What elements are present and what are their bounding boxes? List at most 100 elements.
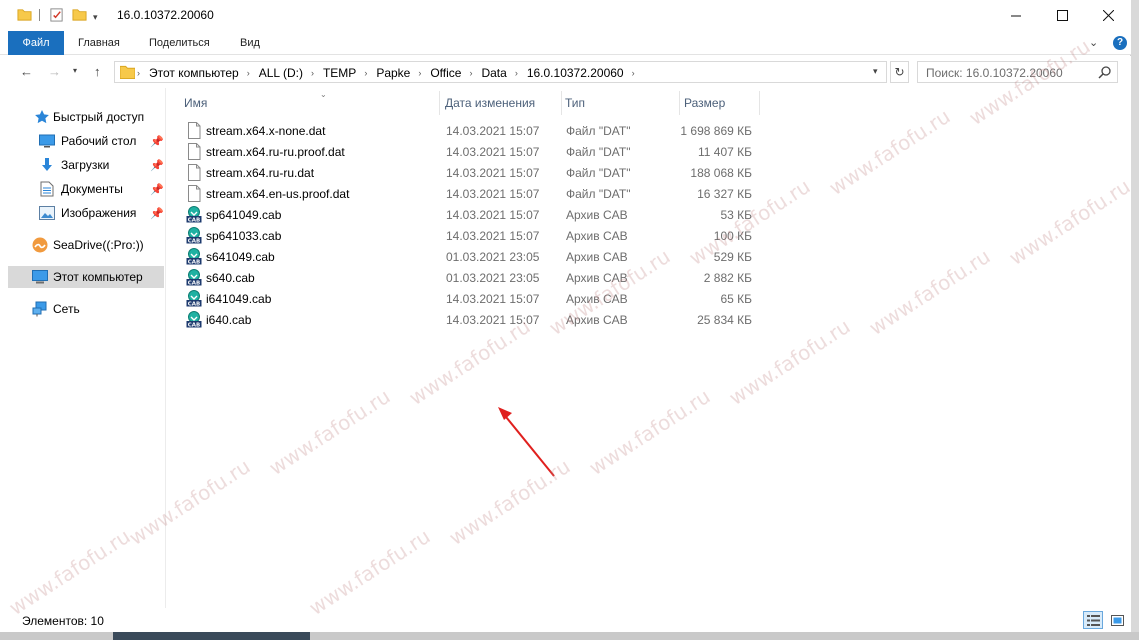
cab-archive-icon: CAB — [186, 311, 202, 329]
sidebar-item-label: Загрузки — [61, 158, 110, 172]
column-header-name[interactable]: Имя ⌄ — [181, 90, 440, 115]
details-view-button[interactable] — [1083, 611, 1103, 629]
column-header-label: Тип — [565, 96, 586, 110]
sidebar-item-this-pc[interactable]: Этот компьютер — [8, 266, 164, 288]
tab-home[interactable]: Главная — [78, 37, 120, 49]
crumb-data[interactable]: Data — [481, 66, 506, 80]
back-button[interactable]: ← — [20, 64, 33, 79]
table-row[interactable]: stream.x64.ru-ru.dat 14.03.2021 15:07 Файл… — [166, 162, 766, 183]
crumb-current[interactable]: 16.0.10372.20060 — [527, 66, 624, 80]
crumb-office[interactable]: Office — [430, 66, 461, 80]
breadcrumb-separator[interactable]: › — [469, 68, 472, 78]
ribbon-tabs: Файл Главная Поделиться Вид ⌄ ? — [0, 31, 1131, 55]
breadcrumb-separator[interactable]: › — [364, 68, 367, 78]
file-name: stream.x64.en-us.proof.dat — [206, 187, 350, 201]
table-row[interactable]: stream.x64.en-us.proof.dat 14.03.2021 15:… — [166, 183, 766, 204]
tab-file[interactable]: Файл — [8, 31, 64, 55]
forward-button[interactable]: → — [48, 64, 61, 79]
title-bar: ▾ 16.0.10372.20060 — [0, 0, 1131, 31]
search-input[interactable]: Поиск: 16.0.10372.20060 — [917, 61, 1118, 83]
breadcrumb-separator[interactable]: › — [137, 68, 140, 78]
address-history-icon[interactable]: ▾ — [873, 66, 878, 77]
file-name: sp641033.cab — [206, 229, 282, 243]
file-date: 01.03.2021 23:05 — [446, 271, 540, 285]
file-date: 14.03.2021 15:07 — [446, 166, 540, 180]
customize-toolbar-icon[interactable]: ▾ — [93, 12, 98, 23]
file-list: Имя ⌄ Дата изменения Тип Размер stream.x… — [166, 88, 1131, 608]
table-row[interactable]: stream.x64.x-none.dat 14.03.2021 15:07 Фай… — [166, 120, 766, 141]
recent-locations-icon[interactable]: ▾ — [73, 66, 77, 75]
sidebar-item-label: Изображения — [61, 206, 137, 220]
sidebar-item-label: Сеть — [53, 302, 80, 316]
pin-icon[interactable]: 📌 — [150, 135, 164, 148]
item-count: Элементов: 10 — [22, 614, 104, 628]
sidebar-item-quick-access[interactable]: Быстрый доступ — [8, 106, 164, 128]
pin-icon[interactable]: 📌 — [150, 183, 164, 196]
table-row[interactable]: CAB sp641049.cab 14.03.2021 15:07 Архив CAB… — [166, 204, 766, 225]
sort-ascending-icon: ⌄ — [320, 90, 327, 99]
svg-text:CAB: CAB — [188, 218, 201, 224]
taskbar-active-segment[interactable] — [113, 632, 310, 640]
minimize-button[interactable] — [993, 0, 1039, 31]
file-size: 188 068 КБ — [690, 166, 752, 180]
properties-icon[interactable] — [49, 7, 64, 22]
table-row[interactable]: stream.x64.ru-ru.proof.dat 14.03.2021 15:… — [166, 141, 766, 162]
address-bar[interactable]: › Этот компьютер › ALL (D:) › TEMP › Pap… — [114, 61, 887, 83]
pictures-icon — [39, 205, 55, 221]
window-title: 16.0.10372.20060 — [117, 8, 214, 22]
svg-text:CAB: CAB — [188, 281, 201, 287]
new-folder-icon[interactable] — [72, 7, 87, 22]
sidebar-item-label: Быстрый доступ — [53, 110, 145, 124]
expand-ribbon-icon[interactable]: ⌄ — [1089, 36, 1098, 49]
help-icon[interactable]: ? — [1113, 36, 1127, 50]
folder-icon[interactable] — [17, 7, 32, 22]
taskbar — [0, 632, 1139, 640]
column-header-label: Имя — [184, 96, 208, 110]
search-placeholder: Поиск: 16.0.10372.20060 — [926, 66, 1063, 80]
pin-icon[interactable]: 📌 — [150, 207, 164, 220]
computer-icon — [32, 269, 48, 285]
table-row[interactable]: CAB i640.cab 14.03.2021 15:07 Архив CAB 25 8… — [166, 309, 766, 330]
minimize-icon — [1010, 15, 1021, 17]
maximize-button[interactable] — [1039, 0, 1085, 31]
breadcrumb: › Этот компьютер › ALL (D:) › TEMP › Pap… — [137, 66, 644, 80]
breadcrumb-separator[interactable]: › — [632, 68, 635, 78]
table-row[interactable]: CAB s641049.cab 01.03.2021 23:05 Архив CAB 5… — [166, 246, 766, 267]
pin-icon[interactable]: 📌 — [150, 159, 164, 172]
file-type: Файл "DAT" — [566, 145, 631, 159]
crumb-this-pc[interactable]: Этот компьютер — [149, 66, 239, 80]
column-header-size[interactable]: Размер — [681, 91, 760, 115]
tab-share[interactable]: Поделиться — [149, 37, 210, 49]
column-header-date[interactable]: Дата изменения — [442, 91, 562, 115]
crumb-papke[interactable]: Papke — [376, 66, 410, 80]
column-header-type[interactable]: Тип — [562, 91, 680, 115]
cab-archive-icon: CAB — [186, 227, 202, 245]
crumb-temp[interactable]: TEMP — [323, 66, 356, 80]
refresh-button[interactable]: ↻ — [890, 61, 909, 83]
file-size: 25 834 КБ — [697, 313, 752, 327]
breadcrumb-separator[interactable]: › — [311, 68, 314, 78]
sidebar-item-downloads[interactable]: Загрузки 📌 — [8, 154, 164, 176]
sidebar-item-label: SeaDrive((:Pro:)) — [53, 238, 144, 252]
breadcrumb-separator[interactable]: › — [515, 68, 518, 78]
svg-text:CAB: CAB — [188, 260, 201, 266]
up-button[interactable]: ↑ — [94, 64, 101, 79]
sidebar-item-desktop[interactable]: Рабочий стол 📌 — [8, 130, 164, 152]
search-icon[interactable] — [1098, 65, 1112, 79]
breadcrumb-separator[interactable]: › — [247, 68, 250, 78]
file-date: 14.03.2021 15:07 — [446, 208, 540, 222]
file-date: 14.03.2021 15:07 — [446, 292, 540, 306]
sidebar-item-seadrive[interactable]: SeaDrive((:Pro:)) — [8, 234, 164, 256]
sidebar-item-documents[interactable]: Документы 📌 — [8, 178, 164, 200]
table-row[interactable]: CAB s640.cab 01.03.2021 23:05 Архив CAB 2 88… — [166, 267, 766, 288]
file-date: 14.03.2021 15:07 — [446, 313, 540, 327]
large-icons-view-button[interactable] — [1107, 611, 1127, 629]
sidebar-item-network[interactable]: Сеть — [8, 298, 164, 320]
crumb-drive[interactable]: ALL (D:) — [259, 66, 303, 80]
table-row[interactable]: CAB sp641033.cab 14.03.2021 15:07 Архив CAB… — [166, 225, 766, 246]
sidebar-item-pictures[interactable]: Изображения 📌 — [8, 202, 164, 224]
table-row[interactable]: CAB i641049.cab 14.03.2021 15:07 Архив CAB 6… — [166, 288, 766, 309]
breadcrumb-separator[interactable]: › — [418, 68, 421, 78]
tab-view[interactable]: Вид — [240, 37, 260, 49]
close-button[interactable] — [1085, 0, 1131, 31]
